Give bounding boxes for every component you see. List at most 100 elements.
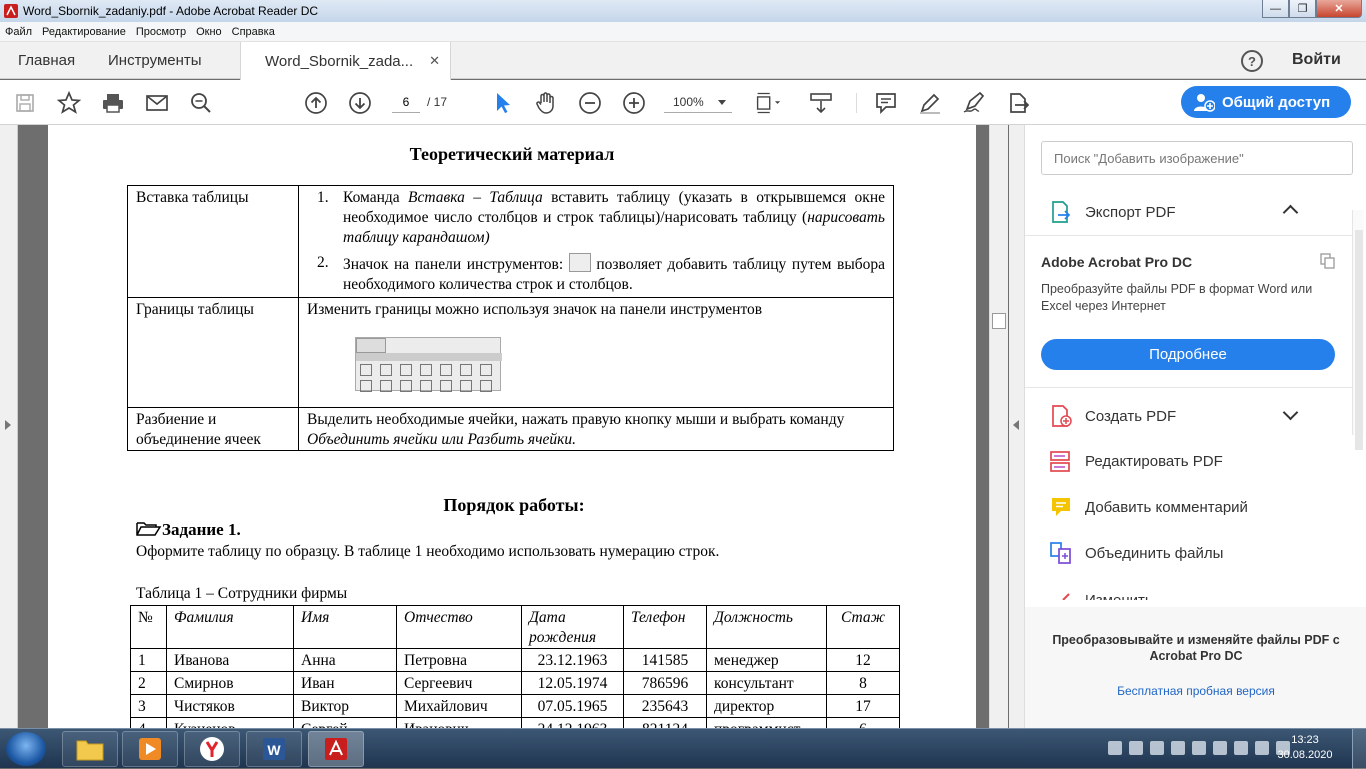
list-item: 1. Команда Вставка – Таблица вставить та… xyxy=(317,189,885,246)
table-row: 1 Иванова Анна Петровна 23.12.1963 141585 мене… xyxy=(130,648,900,672)
highlight-pen-icon[interactable] xyxy=(917,90,943,116)
tool-partial-label: Изменить xyxy=(1085,591,1153,601)
sign-in-button[interactable]: Войти xyxy=(1292,51,1341,69)
flag-icon[interactable] xyxy=(1234,741,1248,755)
employees-table: № Фамилия Имя Отчество Дата рождения Тел… xyxy=(130,605,900,728)
scrollbar-thumb[interactable] xyxy=(992,313,1006,329)
sign-icon[interactable] xyxy=(961,90,987,116)
hand-tool-icon[interactable] xyxy=(533,90,559,116)
close-button[interactable]: ✕ xyxy=(1316,0,1362,18)
save-icon[interactable] xyxy=(12,90,38,116)
tab-tools[interactable]: Инструменты xyxy=(108,42,202,79)
share-button[interactable]: Общий доступ xyxy=(1181,86,1351,118)
tool-edit-pdf[interactable]: Редактировать PDF xyxy=(1049,448,1223,474)
tool-combine-files-label: Объединить файлы xyxy=(1085,544,1224,562)
table-header-row: № Фамилия Имя Отчество Дата рождения Тел… xyxy=(130,605,900,649)
export-pdf-icon xyxy=(1052,201,1071,223)
volume-icon[interactable] xyxy=(1213,741,1227,755)
chevron-down-icon[interactable] xyxy=(1282,404,1299,421)
copy-icon[interactable] xyxy=(1320,253,1336,269)
email-icon[interactable] xyxy=(144,90,170,116)
next-page-icon[interactable] xyxy=(347,90,373,116)
bookmark-star-icon[interactable] xyxy=(56,90,82,116)
taskbar-yandex-browser[interactable] xyxy=(184,731,240,767)
taskbar: W 13:23 30.08.2020 xyxy=(0,728,1366,769)
minimize-button[interactable]: — xyxy=(1262,0,1289,18)
tray-icon[interactable] xyxy=(1108,741,1122,755)
learn-more-button[interactable]: Подробнее xyxy=(1041,339,1335,370)
clock-date: 30.08.2020 xyxy=(1277,749,1333,761)
menu-edit[interactable]: Редактирование xyxy=(37,26,131,38)
theory-table: Вставка таблицы 1. Команда Вставка – Таб… xyxy=(127,185,894,451)
table-row-label: Границы таблицы xyxy=(127,297,299,408)
document-scrollbar[interactable] xyxy=(989,125,1008,728)
acrobat-app-icon xyxy=(4,4,18,18)
left-panel-toggle[interactable] xyxy=(0,125,18,728)
share-doc-icon[interactable] xyxy=(1005,90,1031,116)
table-row-label: Вставка таблицы xyxy=(127,185,299,298)
system-tray xyxy=(1108,741,1297,755)
network-icon[interactable] xyxy=(1192,741,1206,755)
comment-icon[interactable] xyxy=(873,90,899,116)
previous-page-icon[interactable] xyxy=(303,90,329,116)
print-icon[interactable] xyxy=(100,90,126,116)
page-number-input[interactable] xyxy=(392,91,420,113)
zoom-select[interactable]: 100% xyxy=(664,91,732,113)
start-button[interactable] xyxy=(6,732,46,766)
tools-search-input[interactable]: Поиск "Добавить изображение" xyxy=(1041,141,1353,175)
taskbar-word[interactable]: W xyxy=(246,731,302,767)
upsell-footer: Преобразовывайте и изменяйте файлы PDF с… xyxy=(1025,607,1366,728)
signal-icon[interactable] xyxy=(1255,741,1269,755)
right-panel-toggle[interactable] xyxy=(1009,125,1025,728)
chevron-down-icon xyxy=(718,100,726,105)
tools-scrollbar[interactable] xyxy=(1352,210,1364,450)
maximize-button[interactable]: ❐ xyxy=(1289,0,1316,18)
select-cursor-icon[interactable] xyxy=(489,90,515,116)
tool-create-pdf-label: Создать PDF xyxy=(1085,407,1177,425)
free-trial-link[interactable]: Бесплатная пробная версия xyxy=(1025,684,1366,698)
tool-organize-partial[interactable]: Изменить xyxy=(1049,588,1349,600)
tool-export-pdf[interactable]: Экспорт PDF xyxy=(1049,199,1176,225)
table-cell: 1. Команда Вставка – Таблица вставить та… xyxy=(298,185,894,298)
tool-combine-files[interactable]: Объединить файлы xyxy=(1049,540,1223,566)
show-desktop-button[interactable] xyxy=(1352,729,1366,769)
scrollbar-thumb[interactable] xyxy=(1355,230,1363,450)
clock[interactable]: 13:23 30.08.2020 xyxy=(1274,733,1336,763)
tab-home[interactable]: Главная xyxy=(18,42,75,79)
help-icon[interactable]: ? xyxy=(1241,50,1263,72)
taskbar-media-player[interactable] xyxy=(122,731,178,767)
tray-icon[interactable] xyxy=(1150,741,1164,755)
menu-help[interactable]: Справка xyxy=(227,26,280,38)
menu-file[interactable]: Файл xyxy=(0,26,37,38)
table-caption: Таблица 1 – Сотрудники фирмы xyxy=(136,585,348,602)
scroll-mode-icon[interactable] xyxy=(808,90,834,116)
media-player-icon xyxy=(139,738,161,760)
find-zoom-icon[interactable] xyxy=(188,90,214,116)
expand-left-icon xyxy=(5,420,11,430)
taskbar-explorer[interactable] xyxy=(62,731,118,767)
menu-window[interactable]: Окно xyxy=(191,26,227,38)
zoom-in-icon[interactable] xyxy=(621,90,647,116)
tray-icon[interactable] xyxy=(1171,741,1185,755)
folder-icon xyxy=(76,740,104,761)
zoom-out-icon[interactable] xyxy=(577,90,603,116)
menu-view[interactable]: Просмотр xyxy=(131,26,191,38)
svg-text:W: W xyxy=(267,742,281,758)
tool-create-pdf[interactable]: Создать PDF xyxy=(1049,403,1176,429)
create-pdf-icon xyxy=(1052,405,1072,427)
close-tab-icon[interactable]: ✕ xyxy=(429,53,440,69)
collapse-right-icon xyxy=(1013,420,1019,430)
page-fit-icon[interactable] xyxy=(755,90,781,116)
chevron-up-icon[interactable] xyxy=(1282,204,1299,221)
tool-edit-pdf-label: Редактировать PDF xyxy=(1085,452,1223,470)
borders-toolbar-picture xyxy=(355,337,502,392)
yandex-browser-icon xyxy=(200,737,224,761)
tab-document[interactable]: Word_Sbornik_zada... ✕ xyxy=(240,42,452,80)
toolbar-divider xyxy=(856,93,857,113)
window-title: Word_Sbornik_zadaniy.pdf - Adobe Acrobat… xyxy=(23,4,319,18)
tray-icon[interactable] xyxy=(1129,741,1143,755)
share-button-label: Общий доступ xyxy=(1222,93,1331,111)
tool-add-comment[interactable]: Добавить комментарий xyxy=(1049,494,1248,520)
taskbar-acrobat[interactable] xyxy=(308,731,364,767)
document-viewer[interactable]: Теоретический материал Вставка таблицы 1… xyxy=(0,125,1008,728)
